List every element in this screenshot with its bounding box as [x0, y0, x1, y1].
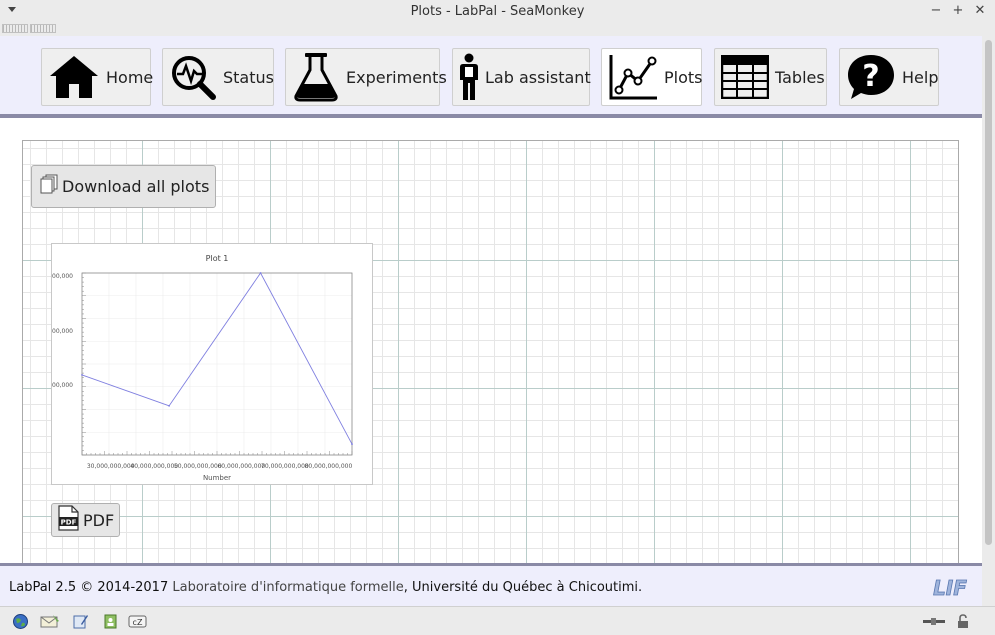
nav-plots-button[interactable]: Plots: [601, 48, 703, 106]
plot-x-tick-label: 50,000,000,000: [174, 463, 222, 470]
lif-logo: LIF: [928, 574, 972, 604]
plot-x-tick-label: 80,000,000,000: [305, 463, 353, 470]
nav-home-button[interactable]: Home: [41, 48, 154, 106]
chatzilla-icon[interactable]: cZ: [128, 613, 147, 630]
help-bubble-icon: ?: [846, 52, 896, 102]
footer-copyright: LabPal 2.5 © 2014-2017 Laboratoire d'inf…: [9, 580, 642, 595]
nav-status-label: Status: [223, 67, 274, 87]
svg-text:LIF: LIF: [933, 576, 967, 600]
window-titlebar: Plots - LabPal - SeaMonkey − + ✕: [0, 0, 995, 24]
globe-icon[interactable]: [12, 613, 29, 630]
plot-y-tick-label: 00,000: [52, 328, 73, 335]
nav-status-button[interactable]: Status: [162, 48, 274, 106]
plot-x-tick-label: 30,000,000,000: [87, 463, 135, 470]
nav-experiments-label: Experiments: [346, 67, 447, 87]
plot-x-axis-label: Number: [203, 474, 231, 482]
download-all-plots-label: Download all plots: [62, 177, 210, 196]
download-all-plots-button[interactable]: Download all plots: [31, 165, 217, 208]
footer-lab-link[interactable]: Laboratoire d'informatique formelle: [172, 580, 403, 595]
svg-text:cZ: cZ: [133, 618, 143, 627]
vertical-scrollbar[interactable]: [982, 36, 995, 606]
plot-1-chart: Plot 1 00,000 00,000 00,000 30,000,000,000…: [52, 254, 353, 482]
nav-lab-assistant-button[interactable]: Lab assistant: [452, 48, 591, 106]
connection-icon[interactable]: [922, 613, 946, 630]
footer-prefix: LabPal 2.5 © 2014-2017: [9, 580, 173, 595]
nav-help-button[interactable]: ? Help: [839, 48, 939, 106]
composer-icon[interactable]: [72, 613, 89, 630]
plot-x-tick-label: 70,000,000,000: [261, 463, 309, 470]
minimize-button[interactable]: −: [928, 3, 944, 19]
toolbar-grippies: [2, 24, 56, 34]
home-icon: [48, 52, 100, 102]
plot-grid: [81, 272, 353, 456]
nav-tables-button[interactable]: Tables: [714, 48, 827, 106]
plot-x-tick-label: 60,000,000,000: [217, 463, 265, 470]
flask-icon: [292, 52, 340, 102]
nav-tables-label: Tables: [775, 67, 825, 87]
nav-experiments-button[interactable]: Experiments: [285, 48, 447, 106]
plot-y-tick-labels: 00,000 00,000 00,000: [52, 273, 73, 389]
page-viewport: Home Status Experiments Lab assistant Pl…: [0, 36, 982, 606]
pdf-download-label: PDF: [83, 510, 115, 530]
footer-suffix: , Université du Québec à Chicoutimi.: [403, 580, 643, 595]
nav-help-label: Help: [902, 67, 939, 87]
plot-data-point: [259, 272, 262, 274]
window-title: Plots - LabPal - SeaMonkey: [410, 4, 585, 19]
addressbook-icon[interactable]: [102, 613, 119, 630]
line-chart-icon: [608, 52, 658, 102]
pdf-download-button[interactable]: PDF PDF: [51, 503, 121, 537]
close-button[interactable]: ✕: [972, 3, 988, 19]
plot-x-tick-label: 40,000,000,000: [130, 463, 178, 470]
plot-y-tick-label: 00,000: [52, 273, 73, 280]
page-footer: LabPal 2.5 © 2014-2017 Laboratoire d'inf…: [0, 563, 982, 606]
plot-x-tick-labels: 30,000,000,00040,000,000,00050,000,000,0…: [87, 463, 353, 470]
top-navigation: Home Status Experiments Lab assistant Pl…: [0, 36, 982, 118]
plot-thumbnail[interactable]: Plot 1 00,000 00,000 00,000 30,000,000,000…: [51, 243, 373, 485]
nav-home-label: Home: [106, 67, 154, 87]
plot-data-point: [351, 443, 353, 445]
plots-content-area: Download all plots Plot 1 00,000 00,000 00…: [22, 140, 959, 565]
person-icon: [459, 52, 479, 102]
mail-icon[interactable]: [40, 613, 60, 630]
security-lock-icon[interactable]: [955, 613, 972, 630]
svg-text:?: ?: [862, 59, 879, 94]
toolbar-grippy[interactable]: [2, 24, 28, 33]
maximize-button[interactable]: +: [950, 3, 966, 19]
table-icon: [721, 52, 769, 102]
plot-y-tick-label: 00,000: [52, 382, 73, 389]
status-magnifier-icon: [169, 52, 217, 102]
copy-pages-icon: [40, 174, 60, 200]
toolbar-grippy[interactable]: [30, 24, 56, 33]
svg-text:PDF: PDF: [61, 519, 77, 527]
plot-data-point: [81, 374, 83, 376]
scrollbar-thumb[interactable]: [985, 40, 992, 545]
plot-title: Plot 1: [206, 254, 229, 263]
browser-statusbar: cZ: [0, 606, 995, 635]
pdf-file-icon: PDF: [57, 505, 79, 535]
nav-lab-assistant-label: Lab assistant: [485, 67, 591, 87]
plot-data-point: [168, 404, 170, 407]
nav-plots-label: Plots: [664, 67, 703, 87]
